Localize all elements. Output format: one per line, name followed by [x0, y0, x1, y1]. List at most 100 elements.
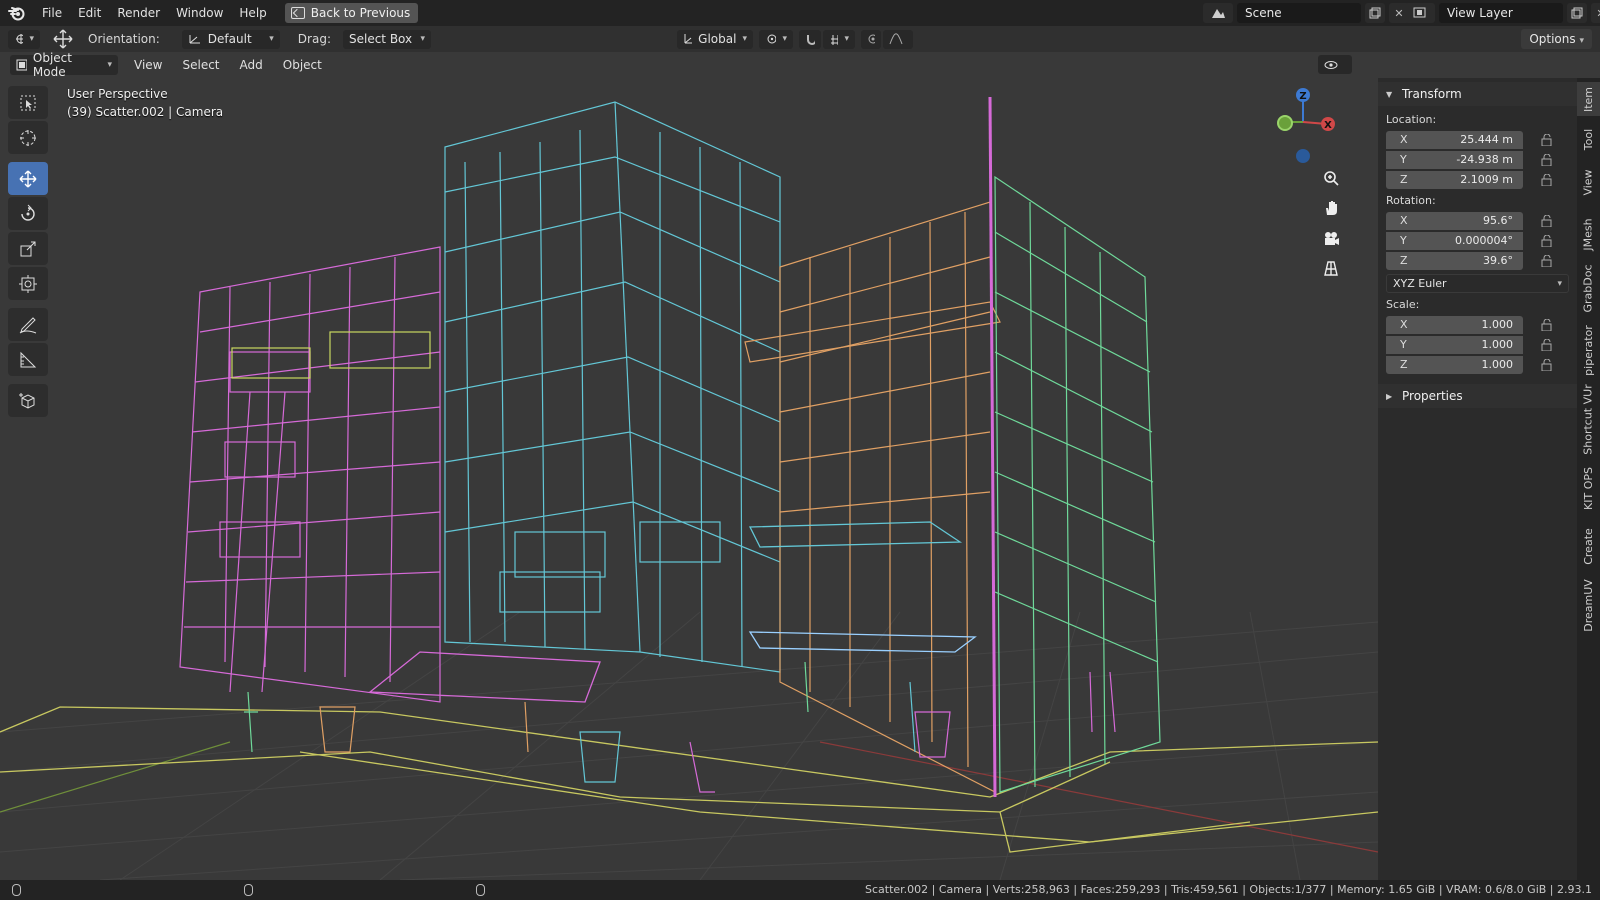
rotate-icon	[21, 204, 35, 221]
scale-tool[interactable]	[8, 232, 48, 265]
move-tool[interactable]	[8, 162, 48, 195]
sidebar-tab-view[interactable]: View	[1577, 162, 1600, 202]
view-layer-name-field[interactable]: View Layer	[1439, 3, 1563, 23]
pan-button[interactable]	[1318, 195, 1344, 221]
unlock-icon[interactable]	[1541, 358, 1553, 371]
transform-orientation-dropdown[interactable]: Global ▾	[676, 29, 753, 49]
transform-panel-header[interactable]: ▼ Transform	[1378, 82, 1577, 106]
menu-file[interactable]: File	[34, 0, 70, 26]
rotation-x-field[interactable]: X 95.6°	[1386, 211, 1523, 230]
menu-edit[interactable]: Edit	[70, 0, 109, 26]
scale-y-field[interactable]: Y 1.000	[1386, 335, 1523, 354]
toggle-perspective-button[interactable]	[1318, 255, 1344, 281]
sidebar-tab-piperator[interactable]: piperator	[1577, 322, 1600, 378]
drag-dropdown[interactable]: Select Box ▾	[342, 29, 431, 49]
move-tool-icon	[50, 29, 76, 49]
menu-window[interactable]: Window	[168, 0, 231, 26]
gizmo-neg-y-axis[interactable]	[1296, 149, 1310, 163]
location-x-field[interactable]: X 25.444 m	[1386, 130, 1523, 149]
rotation-y-field[interactable]: Y 0.000004°	[1386, 231, 1523, 250]
location-y-field[interactable]: Y -24.938 m	[1386, 150, 1523, 169]
location-z-field[interactable]: Z 2.1009 m	[1386, 170, 1523, 189]
transform-orientation-value: Global	[698, 32, 737, 46]
transform-panel-title: Transform	[1402, 87, 1462, 101]
annotate-tool[interactable]	[8, 308, 48, 341]
camera-view-button[interactable]	[1318, 225, 1344, 251]
3d-viewport[interactable]: Z X Object Mode ▾ View Select Add Object…	[0, 52, 1600, 880]
rotation-z-field[interactable]: Z 39.6°	[1386, 251, 1523, 270]
unlock-icon[interactable]	[1541, 133, 1553, 146]
axis-label: Y	[1400, 338, 1407, 351]
viewport-menu-add[interactable]: Add	[238, 58, 265, 72]
falloff-dropdown[interactable]	[882, 29, 913, 49]
properties-panel-header[interactable]: ▶ Properties	[1378, 384, 1577, 408]
axis-label: Y	[1400, 234, 1407, 247]
object-mode-dropdown[interactable]: Object Mode ▾	[10, 52, 118, 79]
unlock-icon[interactable]	[1541, 338, 1553, 351]
proportional-editing-toggle[interactable]	[860, 29, 881, 49]
sidebar-tab-shortcut-vur[interactable]: Shortcut VUr	[1577, 384, 1600, 454]
sidebar-tab-dreamuv[interactable]: DreamUV	[1577, 572, 1600, 638]
unlock-icon[interactable]	[1541, 214, 1553, 227]
select-cursor-icon	[20, 95, 36, 110]
view-layer-browse-dropdown[interactable]	[1405, 3, 1435, 23]
field-value: 1.000	[1481, 358, 1514, 371]
sidebar-tab-jmesh[interactable]: JMesh	[1577, 212, 1600, 256]
unlock-icon[interactable]	[1541, 254, 1553, 267]
viewport-menu-select[interactable]: Select	[180, 58, 221, 72]
menu-render[interactable]: Render	[109, 0, 168, 26]
new-scene-button[interactable]	[1365, 3, 1385, 23]
viewport-menu-view[interactable]: View	[132, 58, 164, 72]
eye-icon	[1324, 60, 1338, 69]
new-view-layer-button[interactable]	[1567, 3, 1587, 23]
top-menu-bar: File Edit Render Window Help Back to Pre…	[0, 0, 1600, 26]
add-cube-tool[interactable]	[8, 384, 48, 417]
rotation-mode-dropdown[interactable]: XYZ Euler ▾	[1386, 274, 1569, 293]
mouse-left-icon	[12, 884, 21, 896]
view-layer-icon	[1413, 7, 1426, 18]
editor-type-dropdown[interactable]: ▾	[8, 29, 40, 49]
sidebar-tab-label: Create	[1582, 527, 1595, 565]
field-value: 2.1009 m	[1460, 173, 1513, 186]
navigation-gizmo[interactable]: Z X	[1277, 88, 1335, 163]
menu-help[interactable]: Help	[231, 0, 274, 26]
unlock-icon[interactable]	[1541, 173, 1553, 186]
delete-view-layer-button[interactable]: ✕	[1591, 3, 1600, 23]
zoom-button[interactable]	[1318, 165, 1344, 191]
sidebar-tab-item[interactable]: Item	[1577, 82, 1600, 116]
pivot-point-dropdown[interactable]: ▾	[758, 29, 793, 49]
scale-x-field[interactable]: X 1.000	[1386, 315, 1523, 334]
rotate-tool[interactable]	[8, 197, 48, 230]
measure-tool[interactable]	[8, 343, 48, 376]
scale-z-field[interactable]: Z 1.000	[1386, 355, 1523, 374]
unlock-icon[interactable]	[1541, 234, 1553, 247]
sidebar-tab-kit-ops[interactable]: KIT OPS	[1577, 458, 1600, 518]
scene-name-field[interactable]: Scene	[1237, 3, 1361, 23]
options-dropdown[interactable]: Options ▾	[1521, 29, 1592, 49]
unlock-icon[interactable]	[1541, 153, 1553, 166]
visibility-dropdown[interactable]	[1318, 55, 1352, 74]
select-box-tool[interactable]	[8, 86, 48, 119]
scene-statistics: Scatter.002 | Camera | Verts:258,963 | F…	[865, 883, 1592, 896]
copy-icon	[1369, 7, 1381, 19]
scale-label: Scale:	[1386, 298, 1420, 311]
gizmo-y-axis[interactable]	[1277, 115, 1293, 131]
transform-tool[interactable]	[8, 267, 48, 300]
snap-toggle[interactable]	[798, 29, 821, 49]
blender-logo-icon[interactable]	[0, 0, 34, 26]
close-icon: ✕	[1596, 7, 1600, 20]
back-to-previous-button[interactable]: Back to Previous	[284, 3, 419, 23]
cursor-tool[interactable]	[8, 121, 48, 154]
unlock-icon[interactable]	[1541, 318, 1553, 331]
scale-row-z: Z 1.000	[1378, 355, 1577, 374]
sidebar-tab-grabdoc[interactable]: GrabDoc	[1577, 260, 1600, 316]
sidebar-tab-tool[interactable]: Tool	[1577, 122, 1600, 156]
viewport-menu-object[interactable]: Object	[281, 58, 324, 72]
sidebar-tab-create[interactable]: Create	[1577, 524, 1600, 568]
sidebar-tabs: Item Tool View JMesh GrabDoc piperator Shortcu…	[1577, 78, 1600, 880]
collapsed-triangle-icon: ▶	[1386, 391, 1393, 401]
scene-browse-dropdown[interactable]	[1203, 3, 1233, 23]
orientation-dropdown[interactable]: Default ▾	[181, 29, 280, 49]
snap-target-dropdown[interactable]: ▾	[822, 29, 855, 49]
wireframe-scene[interactable]: Z X	[0, 52, 1378, 880]
